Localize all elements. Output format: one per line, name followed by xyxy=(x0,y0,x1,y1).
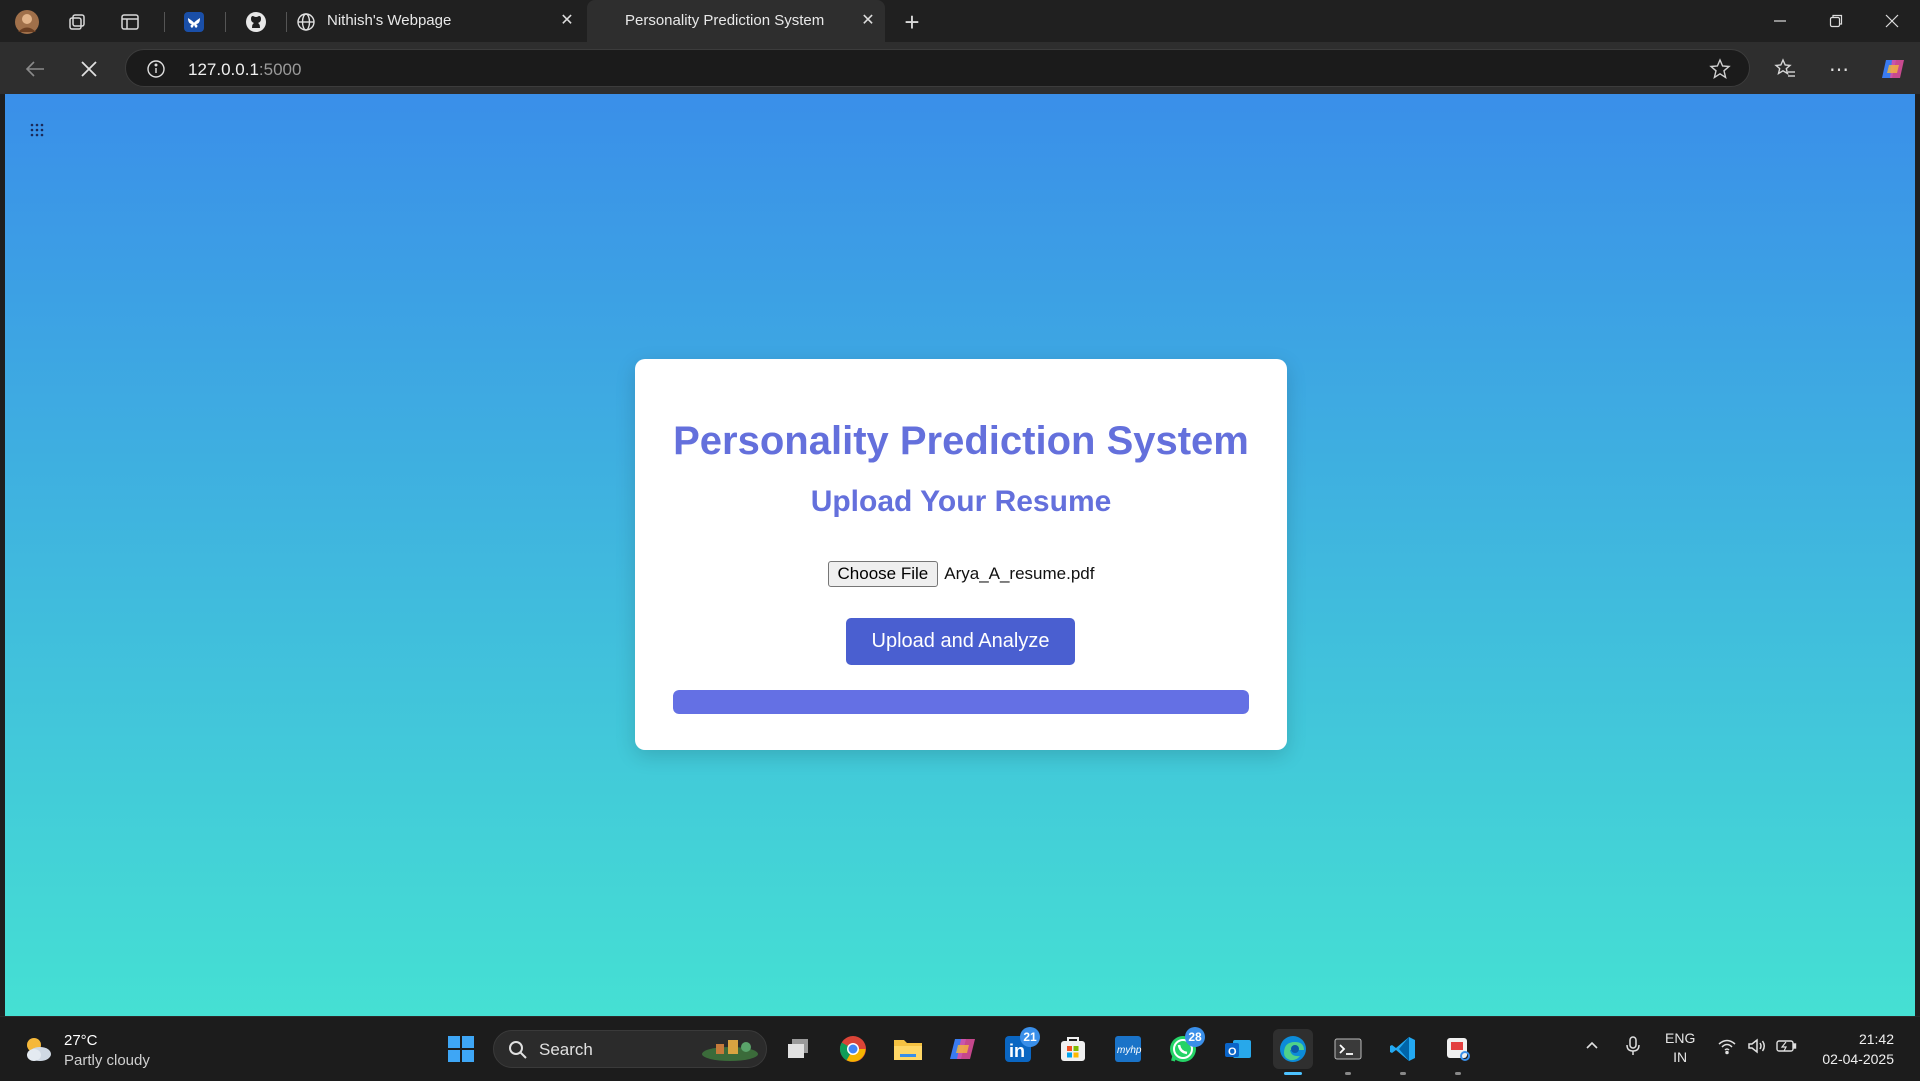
copilot-app-icon[interactable] xyxy=(943,1029,983,1069)
apps-grid-icon[interactable] xyxy=(29,122,45,138)
linkedin-badge: 21 xyxy=(1020,1027,1040,1047)
language-region: IN xyxy=(1673,1049,1688,1065)
site-info-icon[interactable] xyxy=(146,59,166,84)
myhp-icon[interactable]: myhp xyxy=(1108,1029,1148,1069)
task-view-icon[interactable] xyxy=(778,1029,818,1069)
favorites-icon[interactable] xyxy=(1770,54,1800,84)
volume-icon[interactable] xyxy=(1747,1037,1767,1060)
start-icon[interactable] xyxy=(441,1029,481,1069)
url-port: :5000 xyxy=(258,60,302,79)
outlook-icon[interactable]: O xyxy=(1218,1029,1258,1069)
minimize-icon[interactable] xyxy=(1752,0,1808,42)
choose-file-button[interactable]: Choose File xyxy=(827,561,939,587)
chrome-icon[interactable] xyxy=(833,1029,873,1069)
partly-cloudy-icon xyxy=(22,1034,54,1069)
upload-card: Personality Prediction System Upload You… xyxy=(635,359,1287,750)
search-label: Search xyxy=(539,1040,593,1059)
svg-text:O: O xyxy=(1228,1046,1237,1058)
new-tab-icon[interactable]: + xyxy=(899,7,925,37)
tab-label: Nithish's Webpage xyxy=(327,12,452,29)
microsoft-store-icon[interactable] xyxy=(1053,1029,1093,1069)
taskbar-clock[interactable]: 21:42 02-04-2025 xyxy=(1822,1029,1894,1069)
search-highlight-icon xyxy=(700,1036,760,1067)
progress-bar xyxy=(673,690,1249,714)
clock-date: 02-04-2025 xyxy=(1822,1051,1894,1067)
snipping-tool-icon[interactable] xyxy=(1438,1029,1478,1075)
url-host: 127.0.0.1 xyxy=(188,60,259,79)
search-icon xyxy=(508,1040,528,1065)
url-text: 127.0.0.1:5000 xyxy=(188,60,301,80)
tab-close-icon[interactable]: ✕ xyxy=(558,12,576,30)
language-indicator[interactable]: ENG IN xyxy=(1665,1029,1695,1067)
back-icon[interactable] xyxy=(20,54,50,84)
page-viewport: Personality Prediction System Upload You… xyxy=(5,94,1915,1016)
weather-widget[interactable]: 27°C Partly cloudy xyxy=(22,1031,150,1071)
tab-label: Personality Prediction System xyxy=(625,12,825,29)
stop-loading-icon[interactable] xyxy=(74,54,104,84)
edge-icon[interactable] xyxy=(1273,1029,1313,1075)
restore-icon[interactable] xyxy=(1808,0,1864,42)
tab-close-icon[interactable]: ✕ xyxy=(859,12,877,30)
tab-personality-prediction[interactable]: Personality Prediction System ✕ xyxy=(587,0,885,42)
windows-taskbar: 27°C Partly cloudy Search in 21 myhp 28 … xyxy=(0,1016,1920,1081)
vertical-tabs-icon[interactable] xyxy=(117,9,143,35)
browser-toolbar: 127.0.0.1:5000 ⋯ xyxy=(0,42,1920,94)
page-title: Personality Prediction System xyxy=(673,419,1249,463)
address-bar[interactable]: 127.0.0.1:5000 xyxy=(125,49,1750,87)
whatsapp-badge: 28 xyxy=(1185,1027,1205,1047)
tab-nithish-webpage[interactable]: Nithish's Webpage ✕ xyxy=(292,0,584,42)
globe-icon xyxy=(296,12,316,36)
taskbar-search[interactable]: Search xyxy=(493,1030,767,1068)
linkedin-icon[interactable]: in 21 xyxy=(998,1027,1040,1069)
more-menu-icon[interactable]: ⋯ xyxy=(1824,54,1854,84)
favorite-star-icon[interactable] xyxy=(1709,58,1731,85)
file-explorer-icon[interactable] xyxy=(888,1029,928,1069)
copilot-icon[interactable] xyxy=(1878,54,1908,84)
file-input: Choose File Arya_A_resume.pdf xyxy=(635,561,1287,587)
weather-condition: Partly cloudy xyxy=(64,1052,150,1069)
clock-time: 21:42 xyxy=(1858,1031,1894,1047)
whatsapp-icon[interactable]: 28 xyxy=(1163,1027,1205,1069)
profile-avatar-icon[interactable] xyxy=(14,9,40,35)
battery-icon[interactable] xyxy=(1775,1038,1797,1059)
bluesky-icon[interactable] xyxy=(181,9,207,35)
wifi-icon[interactable] xyxy=(1717,1037,1737,1060)
weather-temperature: 27°C xyxy=(64,1032,98,1049)
upload-and-analyze-button[interactable]: Upload and Analyze xyxy=(846,618,1075,665)
terminal-icon[interactable] xyxy=(1328,1029,1368,1075)
show-hidden-icons[interactable] xyxy=(1584,1037,1600,1058)
selected-file-name: Arya_A_resume.pdf xyxy=(944,564,1095,583)
page-subtitle: Upload Your Resume xyxy=(810,485,1112,518)
microphone-icon[interactable] xyxy=(1624,1035,1642,1062)
language-code: ENG xyxy=(1665,1030,1696,1046)
close-icon[interactable] xyxy=(1864,0,1920,42)
github-icon[interactable] xyxy=(243,9,269,35)
svg-text:myhp: myhp xyxy=(1117,1045,1142,1056)
browser-tab-strip: Nithish's Webpage ✕ Personality Predicti… xyxy=(0,0,1920,42)
vscode-icon[interactable] xyxy=(1383,1029,1423,1075)
progress-bar-fill xyxy=(673,690,1249,714)
workspaces-icon[interactable] xyxy=(64,9,90,35)
